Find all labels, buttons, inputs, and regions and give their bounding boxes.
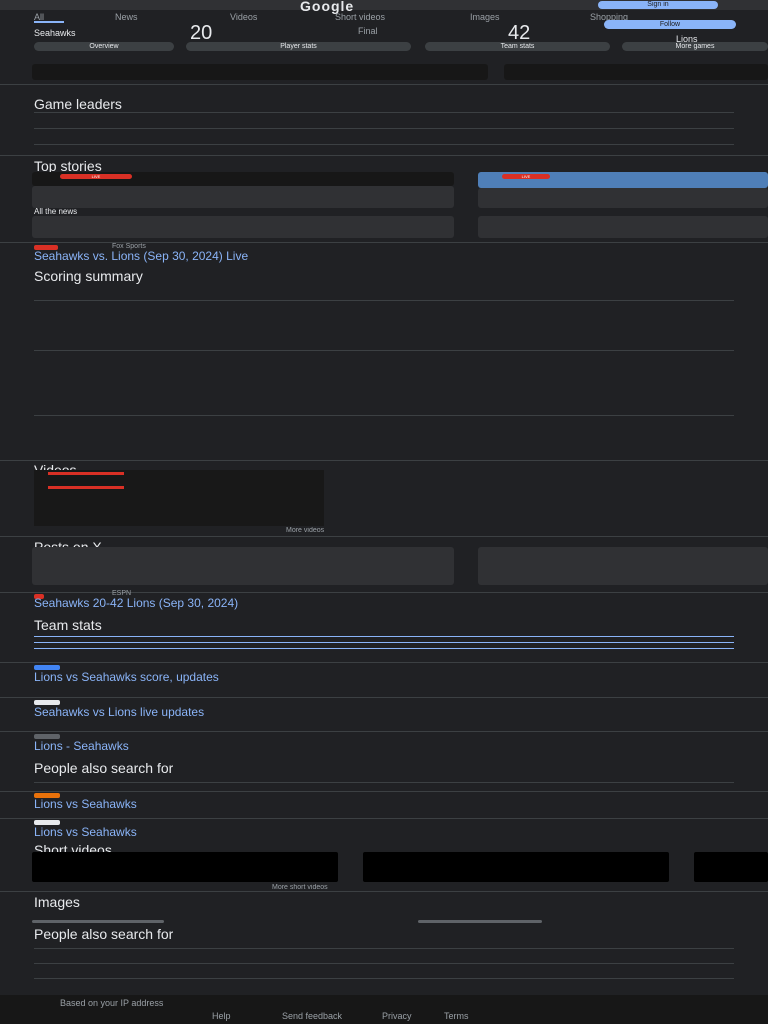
x-post-card-1[interactable] — [32, 547, 454, 585]
all-news-label[interactable]: All the news — [34, 207, 77, 216]
short-video-1[interactable] — [32, 852, 338, 882]
pill-player-stats[interactable]: Player stats — [186, 42, 411, 51]
result-title-link[interactable]: Seahawks 20-42 Lions (Sep 30, 2024) — [34, 596, 238, 610]
divider — [0, 731, 768, 732]
footer-location[interactable]: Based on your IP address — [60, 998, 163, 1008]
sign-in-button[interactable]: Sign in — [598, 1, 718, 9]
image-chip-2[interactable] — [418, 920, 542, 923]
search-suggestion-row[interactable] — [34, 978, 734, 979]
people-also-search-title: People also search for — [34, 760, 174, 776]
scoring-row — [34, 415, 734, 416]
live-badge: LIVE — [502, 174, 550, 179]
pill-overview[interactable]: Overview — [34, 42, 174, 51]
pill-team-stats[interactable]: Team stats — [425, 42, 610, 51]
more-videos-link[interactable]: More videos — [286, 527, 324, 534]
active-tab-indicator — [34, 21, 64, 23]
leader-row — [34, 128, 734, 129]
stat-row — [34, 648, 734, 649]
story-card-1[interactable] — [32, 186, 454, 208]
team-left-name[interactable]: Seahawks — [34, 28, 76, 38]
footer-feedback-link[interactable]: Send feedback — [282, 1011, 342, 1021]
pill-more-games[interactable]: More games — [622, 42, 768, 51]
result-title-link[interactable]: Lions vs Seahawks — [34, 825, 137, 839]
leader-row — [34, 144, 734, 145]
x-post-card-2[interactable] — [478, 547, 768, 585]
people-also-search-title: People also search for — [34, 926, 174, 942]
images-title: Images — [34, 894, 80, 910]
short-video-3[interactable] — [694, 852, 768, 882]
result-title-link[interactable]: Lions vs Seahawks — [34, 797, 137, 811]
video-thumb-4[interactable] — [34, 512, 324, 526]
tab-short-videos[interactable]: Short videos — [335, 12, 385, 22]
stat-row — [34, 636, 734, 637]
divider — [0, 791, 768, 792]
footer-help-link[interactable]: Help — [212, 1011, 231, 1021]
game-leaders-title: Game leaders — [34, 96, 122, 112]
highlight-video-2[interactable] — [504, 64, 768, 80]
story-card-3[interactable] — [32, 216, 454, 238]
follow-button[interactable]: Follow — [604, 20, 736, 29]
search-suggestion-row[interactable] — [34, 948, 734, 949]
divider — [0, 155, 768, 156]
scoring-summary-title: Scoring summary — [34, 268, 143, 284]
story-card-4[interactable] — [478, 216, 768, 238]
scoring-row — [34, 300, 734, 301]
divider — [0, 662, 768, 663]
result-title-link[interactable]: Seahawks vs Lions live updates — [34, 705, 204, 719]
live-bar — [48, 486, 124, 489]
tab-images[interactable]: Images — [470, 12, 500, 22]
highlight-video-1[interactable] — [32, 64, 488, 80]
image-chip-1[interactable] — [32, 920, 164, 923]
result-title-link[interactable]: Lions vs Seahawks score, updates — [34, 670, 219, 684]
scoring-row — [34, 350, 734, 351]
stat-row — [34, 642, 734, 643]
divider — [0, 818, 768, 819]
video-thumb-3[interactable] — [34, 498, 324, 512]
divider — [0, 460, 768, 461]
footer-privacy-link[interactable]: Privacy — [382, 1011, 412, 1021]
live-badge: LIVE — [60, 174, 132, 179]
search-suggestion-row[interactable] — [34, 963, 734, 964]
search-suggestion-row[interactable] — [34, 782, 734, 783]
divider — [0, 697, 768, 698]
team-stats-title: Team stats — [34, 617, 102, 633]
footer-terms-link[interactable]: Terms — [444, 1011, 469, 1021]
live-bar — [48, 472, 124, 475]
result-title-link[interactable]: Lions - Seahawks — [34, 739, 129, 753]
divider — [0, 84, 768, 85]
result-title-link[interactable]: Seahawks vs. Lions (Sep 30, 2024) Live — [34, 249, 248, 263]
tab-videos[interactable]: Videos — [230, 12, 257, 22]
divider — [0, 536, 768, 537]
tab-news[interactable]: News — [115, 12, 138, 22]
story-card-2[interactable] — [478, 188, 768, 208]
game-status: Final — [358, 26, 378, 36]
divider — [0, 891, 768, 892]
more-short-videos-link[interactable]: More short videos — [272, 884, 328, 891]
leader-row — [34, 112, 734, 113]
short-video-2[interactable] — [363, 852, 669, 882]
